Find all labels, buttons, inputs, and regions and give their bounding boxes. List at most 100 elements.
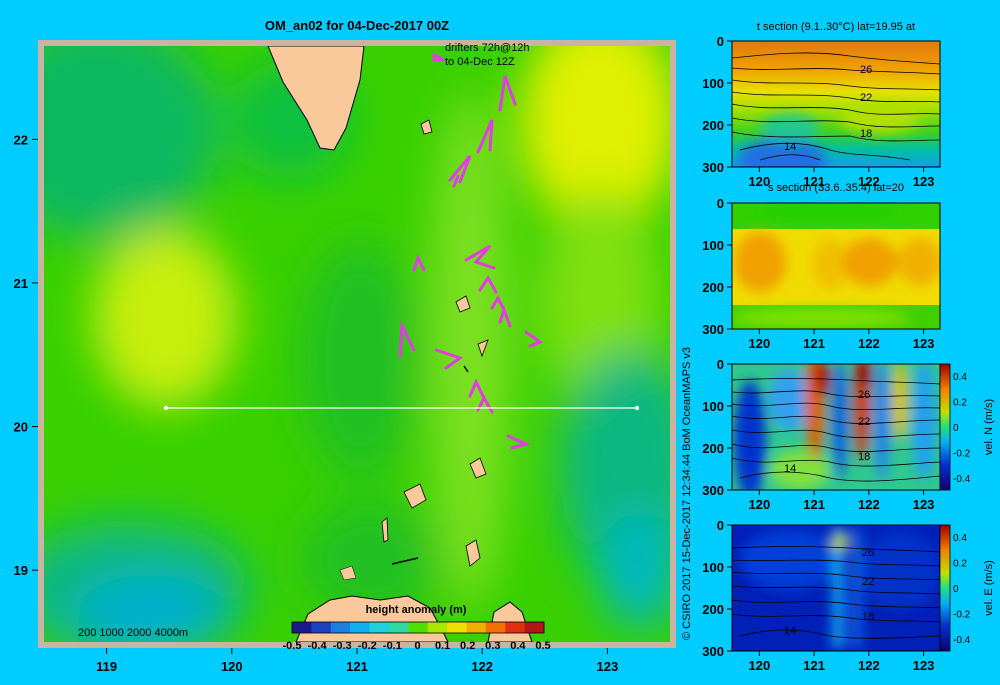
t-contour-label-14: 14	[784, 141, 796, 153]
section-x-tick-label: 122	[858, 658, 880, 673]
height-colorbar-tick-label: 0.4	[510, 640, 526, 652]
height-colorbar-tick-label: -0.1	[383, 640, 402, 652]
section-x-tick-label: 122	[858, 336, 880, 351]
height-anomaly-field	[44, 46, 670, 642]
section-y-tick-label: 200	[702, 602, 724, 617]
drifter-note-2: to 04-Dec 12Z	[445, 56, 515, 68]
map-x-tick-label: 119	[96, 659, 117, 674]
vn-contour-label-22: 22	[858, 416, 870, 428]
vel-colorbar-tick-label: 0.2	[953, 559, 967, 570]
s-section-title: s section (33.6..35.4) lat=20	[768, 182, 904, 194]
t-contour-label-26: 26	[860, 64, 872, 76]
ve-contour-label-26: 26	[862, 547, 874, 559]
section-x-tick-label: 121	[803, 336, 825, 351]
ve-contour-label-14: 14	[784, 625, 796, 637]
vel-e-section-field	[732, 525, 940, 651]
vel-colorbar-tick-label: -0.2	[953, 610, 971, 621]
section-y-tick-label: 0	[717, 196, 724, 211]
t-contour-label-18: 18	[860, 128, 872, 140]
section-y-tick-label: 200	[702, 118, 724, 133]
section-x-tick-label: 120	[749, 497, 771, 512]
height-colorbar-segment	[427, 622, 448, 633]
t-section-title: t section (9.1..30°C) lat=19.95 at	[757, 21, 915, 33]
map-y-tick-label: 22	[14, 132, 28, 147]
map-x-tick-label: 121	[346, 659, 368, 674]
section-y-tick-label: 200	[702, 441, 724, 456]
section-y-tick-label: 200	[702, 280, 724, 295]
section-y-tick-label: 0	[717, 34, 724, 49]
section-y-tick-label: 100	[702, 399, 724, 414]
height-colorbar-segment	[524, 622, 545, 633]
vel-colorbar-tick-label: 0.2	[953, 398, 967, 409]
height-colorbar-tick-label: 0	[414, 640, 420, 652]
vel-colorbar-tick-label: 0	[953, 584, 959, 595]
section-y-tick-label: 100	[702, 238, 724, 253]
height-colorbar-segment	[447, 622, 467, 633]
section-y-tick-label: 0	[717, 518, 724, 533]
vel-colorbar-tick-label: 0.4	[953, 533, 967, 544]
ve-contour-label-18: 18	[862, 611, 874, 623]
map-y-tick-label: 19	[14, 563, 28, 578]
section-x-tick-label: 120	[749, 336, 771, 351]
section-y-tick-label: 100	[702, 560, 724, 575]
height-colorbar-tick-label: -0.5	[283, 640, 302, 652]
vel-colorbar-ticks: 0.4 0.2 0 -0.2 -0.4 0.4 0.2 0 -0.2 -0.4	[953, 372, 971, 646]
ve-contour-label-22: 22	[862, 576, 874, 588]
height-colorbar-segment	[350, 622, 371, 633]
height-colorbar-tick-label: 0.5	[535, 640, 550, 652]
map-x-tick-label: 120	[221, 659, 243, 674]
section-x-tick-label: 123	[913, 336, 935, 351]
section-x-tick-label: 122	[858, 174, 880, 189]
height-colorbar-segment	[388, 622, 409, 633]
vn-contour-label-14: 14	[784, 463, 796, 475]
credit-text: © CSIRO 2017 15-Dec-2017 12:34:44 BoM Oc…	[681, 347, 693, 640]
height-colorbar-title: height anomaly (m)	[366, 604, 467, 616]
section-x-tick-label: 123	[913, 497, 935, 512]
height-colorbar-tick-label: -0.4	[308, 640, 328, 652]
vel-colorbar-tick-label: 0.4	[953, 372, 967, 383]
map-x-tick-label: 122	[471, 659, 493, 674]
height-colorbar-segment	[311, 622, 332, 633]
map-y-tick-label: 20	[14, 420, 28, 435]
section-y-tick-label: 300	[702, 483, 724, 498]
vel-n-colorbar	[939, 363, 951, 491]
vel-e-colorbar	[939, 524, 951, 652]
height-colorbar-segment	[292, 622, 312, 633]
vel-colorbar-tick-label: -0.4	[953, 635, 971, 646]
section-y-tick-label: 300	[702, 322, 724, 337]
s-section-field	[732, 203, 940, 329]
height-colorbar-segment	[369, 622, 390, 633]
height-colorbar-segment	[408, 622, 429, 633]
vn-contour-label-18: 18	[858, 451, 870, 463]
section-x-tick-label: 123	[913, 658, 935, 673]
drifter-note-1: drifters 72h@12h	[445, 42, 530, 54]
vel-e-colorbar-label: vel. E (m/s)	[983, 560, 995, 616]
section-x-tick-label: 121	[803, 497, 825, 512]
height-colorbar-segment	[330, 622, 351, 633]
section-x-tick-label: 123	[913, 174, 935, 189]
section-y-tick-label: 100	[702, 76, 724, 91]
height-colorbar-tick-label: -0.3	[333, 640, 352, 652]
section-track-end	[634, 405, 640, 411]
section-track-start	[163, 405, 169, 411]
figure-svg: OM_an02 for 04-Dec-2017 00Z drifters 72h…	[14, 18, 995, 674]
section-x-tick-label: 120	[749, 658, 771, 673]
figure: OM_an02 for 04-Dec-2017 00Z drifters 72h…	[0, 0, 1000, 680]
section-y-tick-label: 300	[702, 644, 724, 659]
height-colorbar-segment	[485, 622, 506, 633]
vel-n-colorbar-label: vel. N (m/s)	[983, 399, 995, 455]
vel-colorbar-tick-label: 0	[953, 423, 959, 434]
t-contour-label-22: 22	[860, 92, 872, 104]
section-x-tick-label: 121	[803, 174, 825, 189]
height-colorbar-segment	[505, 622, 526, 633]
section-x-tick-label: 120	[749, 174, 771, 189]
section-x-tick-label: 121	[803, 658, 825, 673]
section-y-tick-label: 0	[717, 357, 724, 372]
map-y-axis: 19 20 21 22	[14, 132, 38, 578]
section-x-tick-label: 122	[858, 497, 880, 512]
map-y-tick-label: 21	[14, 276, 28, 291]
vel-colorbar-tick-label: -0.4	[953, 474, 971, 485]
t-section-field	[732, 41, 940, 167]
height-colorbar-segment	[466, 622, 487, 633]
map-title: OM_an02 for 04-Dec-2017 00Z	[265, 18, 449, 33]
